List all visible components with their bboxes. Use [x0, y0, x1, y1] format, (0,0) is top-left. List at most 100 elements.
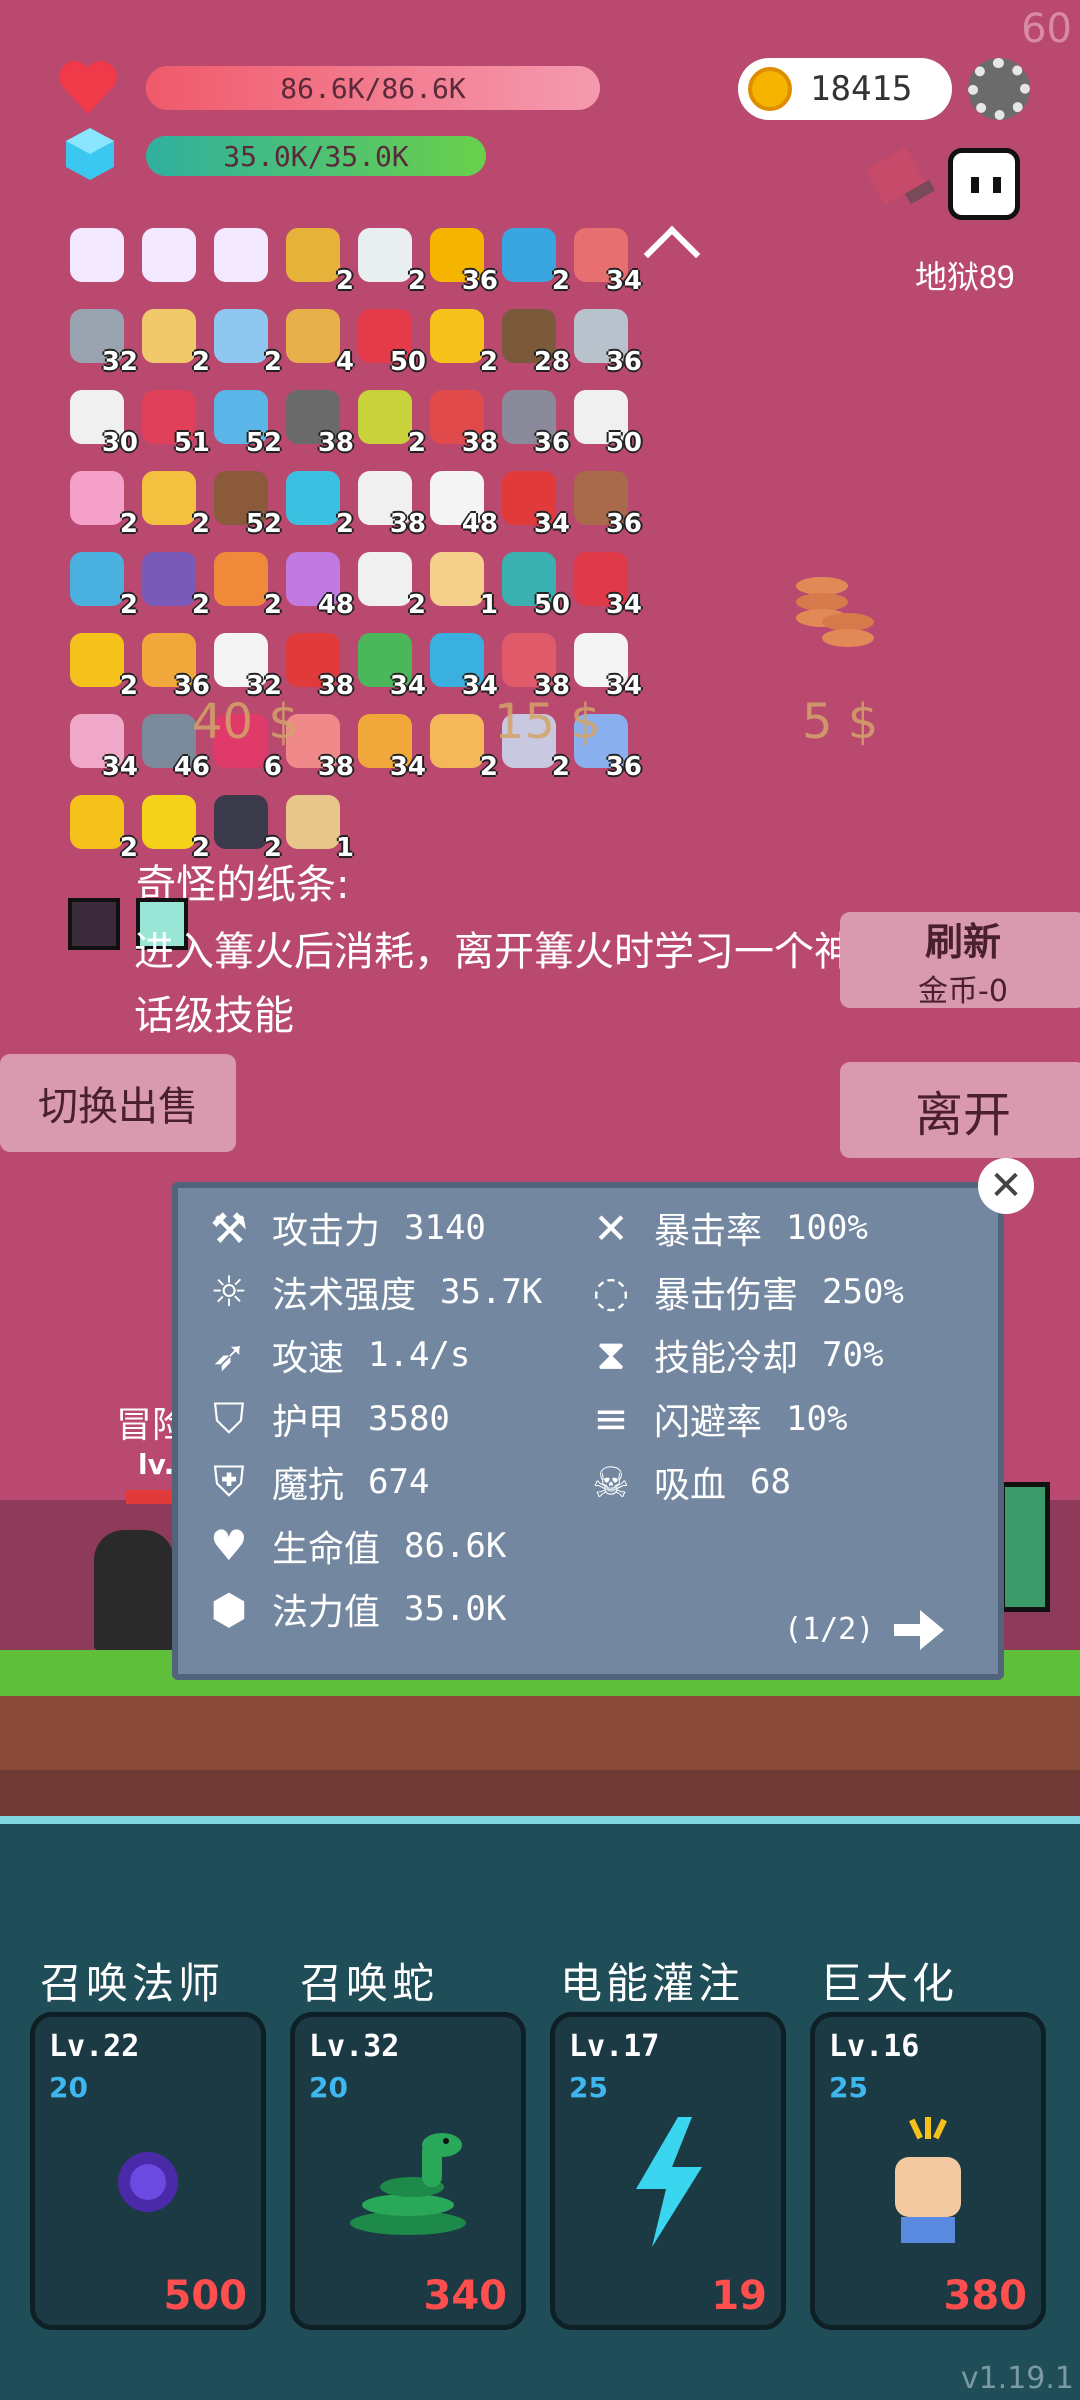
- leave-button[interactable]: 离开: [840, 1062, 1080, 1158]
- inventory-item[interactable]: 50: [354, 305, 426, 377]
- inventory-item[interactable]: 2: [138, 305, 210, 377]
- sun-icon: [142, 795, 196, 849]
- close-icon[interactable]: ✕: [978, 1158, 1034, 1214]
- inventory-item[interactable]: 34: [570, 629, 642, 701]
- note-icon: [430, 714, 484, 768]
- inventory-item[interactable]: 2: [210, 791, 282, 863]
- icecream-icon: [70, 471, 124, 525]
- inventory-item[interactable]: 50: [498, 548, 570, 620]
- stat-label: 吸血: [654, 1465, 727, 1506]
- leave-label: 离开: [914, 1087, 1011, 1143]
- old-map-icon: [286, 795, 340, 849]
- inventory-item[interactable]: 34: [498, 467, 570, 539]
- magic-wand-icon: [70, 795, 124, 849]
- inventory-item[interactable]: 48: [426, 467, 498, 539]
- inventory-item[interactable]: 2: [498, 224, 570, 296]
- inventory-item[interactable]: 2: [66, 791, 138, 863]
- inventory-item[interactable]: 2: [210, 305, 282, 377]
- cleaver-icon[interactable]: [862, 146, 940, 216]
- stat-value: 10%: [786, 1398, 848, 1439]
- egg-icon: [358, 390, 412, 444]
- inventory-item[interactable]: 2: [138, 548, 210, 620]
- inventory-item[interactable]: 2: [426, 305, 498, 377]
- stat-value: 674: [368, 1462, 430, 1502]
- inventory-item[interactable]: 38: [282, 386, 354, 458]
- inventory-item[interactable]: 2: [138, 467, 210, 539]
- skill-card[interactable]: Lv.16 25 380: [810, 2012, 1046, 2330]
- inventory-item[interactable]: 1: [282, 791, 354, 863]
- skill-card[interactable]: Lv.32 20 340: [290, 2012, 526, 2330]
- network-icon: [358, 552, 412, 606]
- hero-level: lv.: [138, 1448, 175, 1481]
- inventory-item[interactable]: 34: [354, 710, 426, 782]
- inventory-item[interactable]: 38: [498, 629, 570, 701]
- version-label: v1.19.1: [960, 2361, 1074, 2396]
- skill-cost: 25: [569, 2071, 608, 2104]
- stat-label: 暴击伤害: [654, 1274, 799, 1316]
- inventory-item[interactable]: 36: [138, 629, 210, 701]
- inventory-item[interactable]: 32: [210, 629, 282, 701]
- inventory-item[interactable]: 34: [570, 224, 642, 296]
- shirt-icon: [214, 309, 268, 363]
- cauldron-icon: [214, 795, 268, 849]
- item-count: 34: [389, 671, 426, 701]
- inventory-item[interactable]: 36: [570, 467, 642, 539]
- next-page-arrow-icon[interactable]: [890, 1606, 946, 1654]
- inventory-item[interactable]: 2: [66, 548, 138, 620]
- hp-bar: 86.6K/86.6K: [146, 66, 600, 110]
- inventory-item[interactable]: 2: [282, 224, 354, 296]
- inventory-item[interactable]: 34: [570, 548, 642, 620]
- inventory-item[interactable]: 30: [66, 386, 138, 458]
- inventory-item[interactable]: [138, 224, 204, 290]
- bow-icon: ➶: [211, 1330, 247, 1380]
- inventory-item[interactable]: 4: [282, 305, 354, 377]
- inventory-item[interactable]: 34: [426, 629, 498, 701]
- inventory-item[interactable]: 36: [426, 224, 498, 296]
- gear-icon[interactable]: [968, 58, 1030, 120]
- refresh-button[interactable]: 刷新 金币-0: [840, 912, 1080, 1009]
- inventory-item[interactable]: 52: [210, 386, 282, 458]
- ghost-face-icon[interactable]: [948, 148, 1020, 220]
- inventory-item[interactable]: 50: [570, 386, 642, 458]
- item-count: 38: [317, 752, 354, 782]
- inventory-item[interactable]: [210, 224, 276, 290]
- inventory-item[interactable]: 2: [354, 548, 426, 620]
- item-count: 36: [605, 509, 642, 539]
- inventory-item[interactable]: 36: [498, 386, 570, 458]
- inventory-item[interactable]: 2: [354, 386, 426, 458]
- inventory-item[interactable]: 38: [426, 386, 498, 458]
- inventory-item[interactable]: 2: [426, 710, 498, 782]
- inventory-item[interactable]: 28: [498, 305, 570, 377]
- stat-label: 攻击力: [272, 1211, 381, 1252]
- item-count: 50: [533, 590, 570, 620]
- inventory-item[interactable]: 2: [210, 548, 282, 620]
- dark-orb-icon: [35, 2107, 261, 2257]
- item-count: 2: [479, 347, 498, 377]
- inventory-item[interactable]: [66, 224, 132, 290]
- switch-sell-button[interactable]: 切换出售: [0, 1054, 236, 1152]
- inventory-item[interactable]: 1: [426, 548, 498, 620]
- inventory-item[interactable]: 36: [570, 305, 642, 377]
- inventory-item[interactable]: 38: [282, 629, 354, 701]
- inventory-item[interactable]: 32: [66, 305, 138, 377]
- inventory-item[interactable]: 2: [354, 224, 426, 296]
- skill-card[interactable]: Lv.17 25 19: [550, 2012, 786, 2330]
- inventory-item[interactable]: 34: [354, 629, 426, 701]
- inventory-item[interactable]: 48: [282, 548, 354, 620]
- item-count: 32: [101, 347, 138, 377]
- inventory-item[interactable]: 2: [66, 629, 138, 701]
- inventory-item[interactable]: 2: [282, 467, 354, 539]
- water-surface: [0, 1816, 1080, 1824]
- inventory-item[interactable]: 51: [138, 386, 210, 458]
- scroll-icon: [214, 228, 268, 282]
- inventory-item[interactable]: 52: [210, 467, 282, 539]
- inventory-item[interactable]: 2: [66, 467, 138, 539]
- hero-sprite: [94, 1530, 174, 1650]
- skill-card[interactable]: Lv.22 20 500: [30, 2012, 266, 2330]
- stat-row: ⚒ 攻击力 3140: [204, 1202, 486, 1254]
- inventory-item[interactable]: 34: [66, 710, 138, 782]
- inventory-item[interactable]: 2: [138, 791, 210, 863]
- inventory-item[interactable]: 38: [354, 467, 426, 539]
- switch-sell-label: 切换出售: [38, 1084, 198, 1130]
- monster-portrait-icon: [68, 898, 120, 950]
